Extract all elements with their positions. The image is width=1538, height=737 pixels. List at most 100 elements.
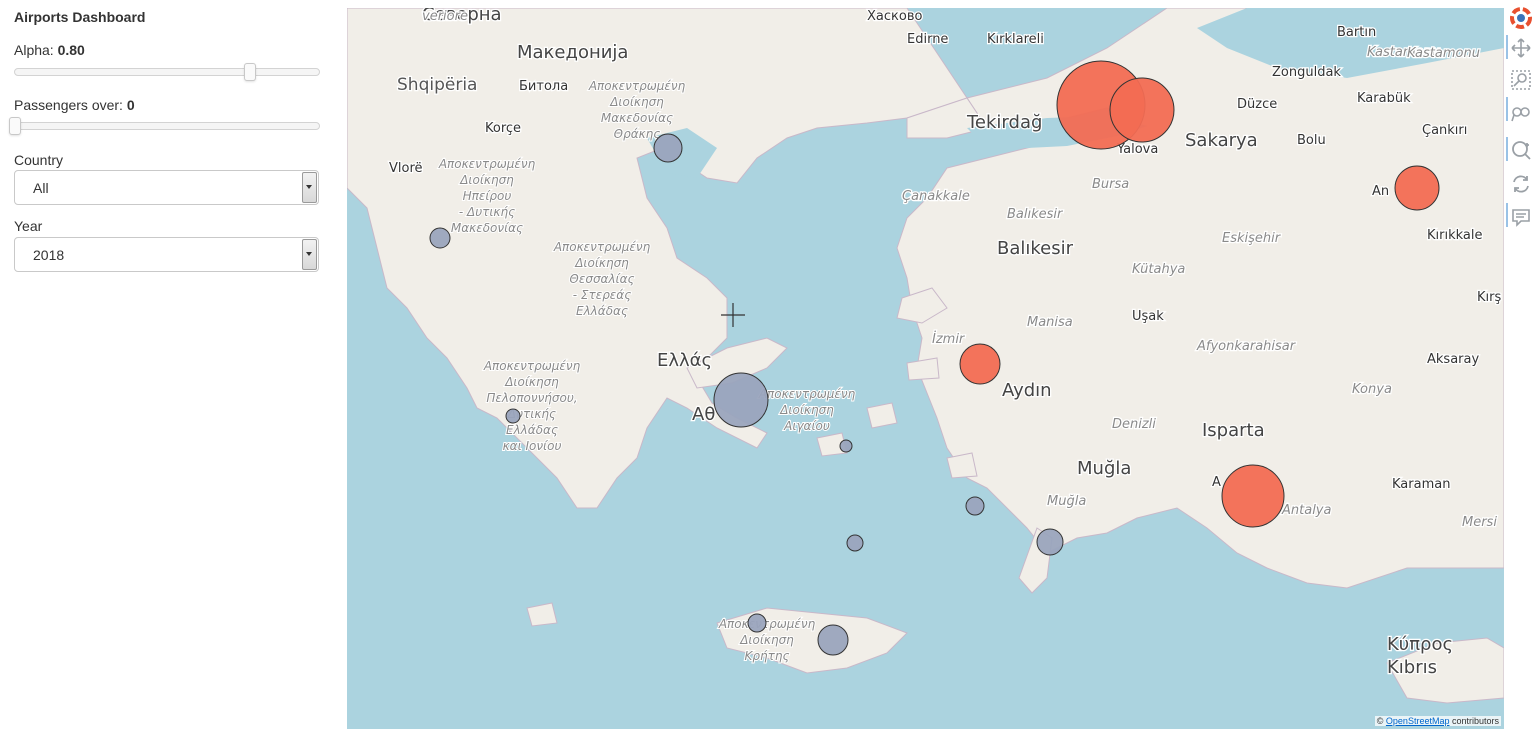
wheel-zoom-icon[interactable] (1510, 103, 1532, 125)
alpha-slider[interactable] (14, 63, 320, 81)
attribution-prefix: © (1376, 716, 1386, 726)
bokeh-logo-icon[interactable] (1510, 7, 1532, 29)
region-label-line: Αποκεντρωμένη (718, 617, 816, 631)
map-label: Uşak (1132, 309, 1164, 324)
active-tool-indicator (1506, 97, 1508, 121)
map-label: Kıbrıs (1387, 657, 1437, 678)
map-canvas[interactable]: СевернаМакедонијаShqipëria БитолаKorçeVlo… (347, 8, 1504, 729)
map-label: Bolu (1297, 133, 1326, 148)
map-label: Kırş (1477, 290, 1501, 305)
pan-icon[interactable] (1510, 37, 1532, 59)
plot-toolbar (1505, 5, 1535, 245)
map-label: Karabük (1357, 91, 1411, 106)
region-label-line: Κρήτης (745, 649, 790, 663)
box-zoom-icon[interactable] (1510, 69, 1532, 91)
map-label: Битола (519, 79, 568, 94)
hover-icon[interactable] (1510, 207, 1532, 229)
airport-bubble-greece[interactable] (817, 624, 849, 656)
country-selected-value: All (33, 180, 49, 196)
airport-bubble-greece[interactable] (1036, 528, 1064, 556)
map-label: Yalova (1116, 142, 1158, 157)
airport-bubble-greece[interactable] (747, 613, 767, 633)
country-label: Country (14, 152, 64, 168)
map-label: Manisa (1027, 315, 1073, 330)
chevron-down-icon[interactable] (302, 239, 317, 270)
map-label: Balıkesir (1007, 207, 1064, 222)
map-label: İzmir (932, 331, 966, 347)
region-label-line: Θεσσαλίας (569, 272, 634, 286)
map-label: Sakarya (1185, 130, 1258, 151)
region-label-line: - Δυτικής (459, 205, 515, 219)
reset-icon[interactable] (1510, 173, 1532, 195)
map-label: Tekirdağ (966, 112, 1042, 133)
map-label: Denizli (1112, 417, 1156, 432)
map-label: Muğla (1077, 458, 1131, 479)
chevron-down-icon[interactable] (302, 172, 317, 203)
map-label: Düzce (1237, 97, 1277, 112)
airport-bubble-turkey[interactable] (1109, 77, 1175, 143)
region-label-line: Διοίκηση (459, 173, 514, 187)
map-label: Kırklareli (987, 32, 1044, 47)
region-label-line: Αποκεντρωμένη (438, 157, 536, 171)
map-label: Bartın (1337, 25, 1376, 40)
map-label: Aydın (1002, 380, 1052, 401)
map-label: Isparta (1202, 420, 1265, 441)
alpha-slider-handle[interactable] (244, 63, 257, 81)
region-label-line: Θράκης (614, 127, 661, 141)
passengers-slider[interactable] (9, 117, 320, 135)
region-label-line: Διοίκηση (739, 633, 794, 647)
airport-bubble-greece[interactable] (846, 534, 864, 552)
attribution-suffix: contributors (1449, 716, 1499, 726)
openstreetmap-link[interactable]: OpenStreetMap (1386, 716, 1450, 726)
airport-bubble-greece[interactable] (713, 372, 769, 428)
region-label-line: Διοίκηση (779, 403, 834, 417)
map-label: Kastamonu (1407, 46, 1480, 61)
passengers-label-text: Passengers over: (14, 97, 127, 113)
year-label: Year (14, 218, 43, 234)
map-label: Korçe (485, 121, 521, 136)
map-label: Eskişehir (1222, 231, 1282, 246)
alpha-label-text: Alpha: (14, 42, 58, 58)
airport-bubble-turkey[interactable] (1394, 165, 1440, 211)
passengers-slider-handle[interactable] (9, 117, 21, 135)
region-label-line: Διοίκηση (504, 375, 559, 389)
map-label: Shqipëria (397, 75, 477, 95)
map-label: Antalya (1281, 503, 1332, 518)
map-label: Çanakkale (902, 189, 970, 204)
active-tool-indicator (1506, 203, 1508, 227)
map-label: Edirne (907, 32, 948, 47)
region-label-line: Διοίκηση (609, 95, 664, 109)
map-label: Konya (1352, 382, 1392, 397)
map-label: Aksaray (1427, 352, 1479, 367)
airport-bubble-turkey[interactable] (959, 343, 1001, 385)
airport-bubble-turkey[interactable] (1221, 464, 1285, 528)
year-select[interactable]: 2018 (14, 237, 319, 272)
region-label-line: Ελλάδας (576, 304, 628, 318)
region-label-line: Μακεδονίας (601, 111, 673, 125)
region-label-line: Μακεδονίας (451, 221, 523, 235)
passengers-value: 0 (126, 97, 135, 113)
map-label: An (1372, 184, 1389, 199)
region-label-line: Αποκεντρωμένη (483, 359, 581, 373)
map-plot[interactable]: Северна Македонија Shqipëria Битола Korçe Vlo… (347, 8, 1504, 729)
region-label-line: Πελοποννήσου, (486, 391, 577, 405)
airport-bubble-greece[interactable] (965, 496, 985, 516)
zoom-in-icon[interactable] (1510, 139, 1532, 161)
airport-bubble-greece[interactable] (653, 133, 683, 163)
region-label-line: Αποκεντρωμένη (588, 79, 686, 93)
region-label-line: - Στερεάς (573, 288, 632, 302)
map-label: Afyonkarahisar (1196, 339, 1297, 354)
map-label: Çankırı (1422, 123, 1467, 138)
airport-bubble-greece[interactable] (839, 439, 853, 453)
alpha-label: Alpha: 0.80 (14, 42, 85, 58)
map-attribution: © OpenStreetMap contributors (1374, 716, 1501, 726)
region-label-line: Διοίκηση (574, 256, 629, 270)
map-label: Ελλάς (657, 350, 712, 371)
country-select[interactable]: All (14, 170, 319, 205)
airport-bubble-greece[interactable] (429, 227, 451, 249)
sidebar: Airports Dashboard Alpha: 0.80 Passenger… (0, 0, 335, 737)
map-label: Zonguldak (1272, 65, 1341, 80)
airport-bubble-greece[interactable] (505, 408, 521, 424)
region-label-line: Ελλάδας (506, 423, 558, 437)
region-label-line: Ηπείρου (463, 189, 512, 203)
